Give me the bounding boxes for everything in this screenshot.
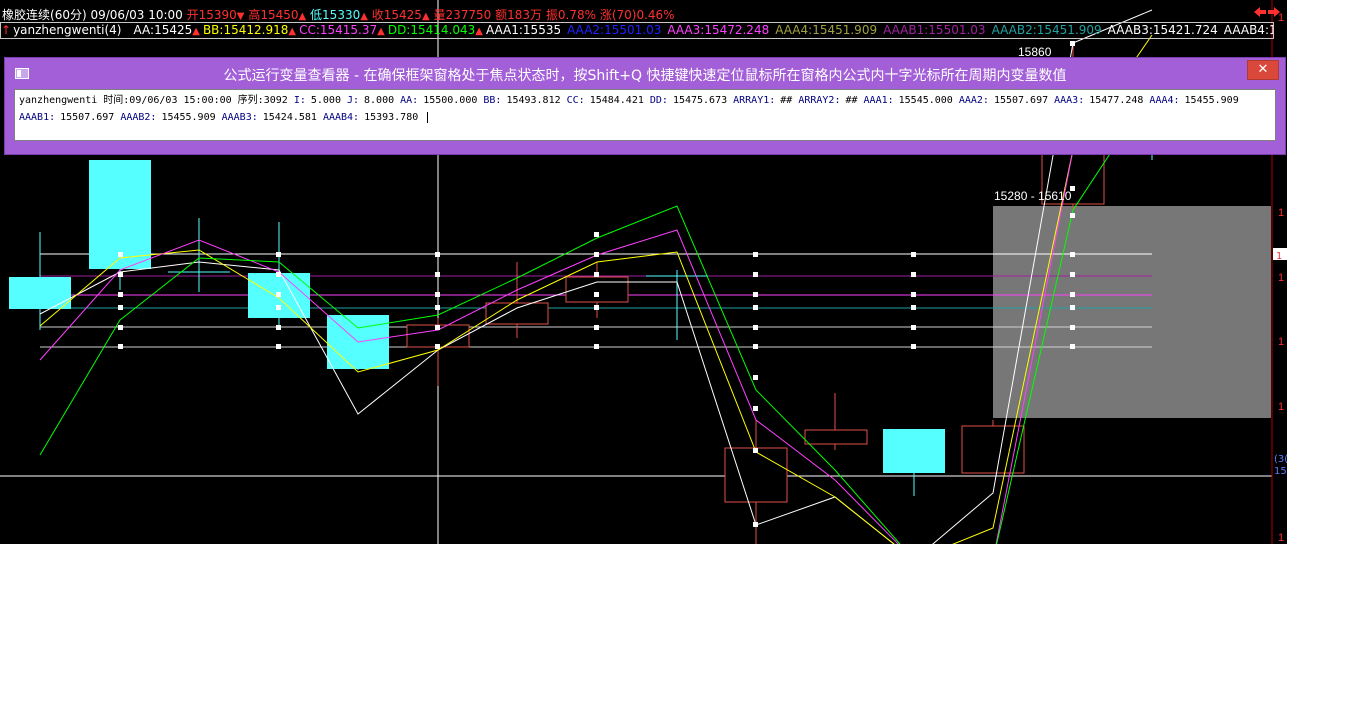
range-label: 15280 - 15610 xyxy=(994,189,1072,203)
quote-header: 橡胶连续(60分) 09/06/03 10:00 开15390▼ 高15450▲… xyxy=(2,8,675,22)
indicator-values-bar: ↑ yanzhengwenti(4) AA:15425▲ BB:15412.918▲ C… xyxy=(0,22,1274,39)
variable-name: AAAB2: xyxy=(120,112,157,123)
indicator-value: AAAB1:15501.03 xyxy=(883,23,986,37)
variable-name: CC: xyxy=(566,95,585,106)
variable-name: AAA3: xyxy=(1054,95,1085,106)
variable-line-1: yanzhengwenti 时间:09/06/03 15:00:00 序列:30… xyxy=(19,92,1271,109)
variable-value: ## xyxy=(845,95,858,106)
variable-name: ARRAY1: xyxy=(733,95,776,106)
candle[interactable] xyxy=(646,270,708,340)
variable-value: 15500.000 xyxy=(423,95,478,106)
low-price: 低15330 xyxy=(310,8,361,22)
amount-value: 额183万 xyxy=(495,8,543,22)
close-button[interactable]: ✕ xyxy=(1247,60,1279,80)
svg-text:1: 1 xyxy=(1278,272,1284,284)
indicator-name[interactable]: yanzhengwenti(4) xyxy=(13,23,121,37)
dialog-titlebar[interactable]: 公式运行变量查看器 - 在确保框架窗格处于焦点状态时，按Shift+Q 快捷键快… xyxy=(5,58,1285,88)
dialog-title: 公式运行变量查看器 - 在确保框架窗格处于焦点状态时，按Shift+Q 快捷键快… xyxy=(223,68,1067,84)
variable-value: 15545.000 xyxy=(898,95,953,106)
high-price: 高15450 xyxy=(248,8,299,22)
up-triangle-icon: ▲ xyxy=(192,26,200,37)
svg-text:1: 1 xyxy=(1278,207,1284,219)
svg-text:1: 1 xyxy=(1278,401,1284,413)
indicator-value: AA:15425 xyxy=(133,23,193,37)
variable-value: 15424.581 xyxy=(262,112,317,123)
change-value: 涨(70)0.46% xyxy=(599,8,675,22)
variable-value: 15393.780 xyxy=(364,112,419,123)
variable-name: AAAB3: xyxy=(221,112,258,123)
kline-chart[interactable]: 15860 15280 - 15610 1 1 1 1 1 1 1 (3( 15… xyxy=(0,0,1287,544)
variable-value: 5.000 xyxy=(310,95,341,106)
indicator-value: CC:15415.37 xyxy=(299,23,378,37)
bar-datetime: 09/06/03 10:00 xyxy=(90,8,183,22)
variable-name: AAAB4: xyxy=(322,112,360,123)
variable-value: 15507.697 xyxy=(60,112,115,123)
close-price: 收15425 xyxy=(371,8,422,22)
indicator-value: AAAB3:15421.724 xyxy=(1107,23,1218,37)
variable-value: 15484.421 xyxy=(589,95,644,106)
indicator-value: DD:15414.043 xyxy=(387,23,476,37)
current-price-marker-text: 1 xyxy=(1276,251,1282,262)
indicator-value: AAA3:15472.248 xyxy=(667,23,770,37)
variable-name: AA: xyxy=(400,95,419,106)
indicator-value: AAAB4:15391.558 xyxy=(1223,23,1274,37)
up-triangle-icon: ▲ xyxy=(288,26,297,37)
indicator-up-arrow-icon: ↑ xyxy=(1,23,12,37)
candle[interactable] xyxy=(804,393,868,450)
indicator-value: AAAB2:15451.909 xyxy=(991,23,1102,37)
variable-name: AAA4: xyxy=(1149,95,1180,106)
svg-text:1: 1 xyxy=(1278,532,1284,544)
up-triangle-icon: ▲ xyxy=(377,26,385,37)
candle[interactable] xyxy=(168,218,230,292)
variable-value: ## xyxy=(780,95,793,106)
variable-name: AAA1: xyxy=(863,95,894,106)
variable-name: J: xyxy=(346,95,360,106)
symbol-name: 橡胶连续 xyxy=(2,8,51,22)
text-cursor xyxy=(427,112,435,123)
formula-time-seq: yanzhengwenti 时间:09/06/03 15:00:00 序列:30… xyxy=(19,95,294,106)
variable-name: DD: xyxy=(649,95,668,106)
candle[interactable] xyxy=(9,232,71,330)
selected-range-box[interactable] xyxy=(993,206,1271,418)
variable-values-textbox[interactable]: yanzhengwenti 时间:09/06/03 15:00:00 序列:30… xyxy=(14,89,1276,141)
amplitude-value: 振0.78% xyxy=(545,8,596,22)
axis-marker-a: (3( xyxy=(1274,454,1287,465)
variable-name: AAA2: xyxy=(958,95,989,106)
indicator-value: BB:15412.918 xyxy=(202,23,289,37)
candle[interactable] xyxy=(883,429,945,496)
variable-name: BB: xyxy=(483,95,502,106)
variable-value: 15455.909 xyxy=(1184,95,1239,106)
indicator-value: AAA4:15451.909 xyxy=(775,23,878,37)
variable-viewer-dialog: 公式运行变量查看器 - 在确保框架窗格处于焦点状态时，按Shift+Q 快捷键快… xyxy=(4,57,1286,155)
indicator-value: AAA2:15501.03 xyxy=(567,23,662,37)
variable-value: 8.000 xyxy=(364,95,395,106)
variable-value: 15455.909 xyxy=(161,112,216,123)
up-triangle-icon: ▲ xyxy=(475,26,483,37)
open-price: 开15390 xyxy=(186,8,237,22)
variable-name: I: xyxy=(293,95,306,106)
volume-value: 量237750 xyxy=(433,8,492,22)
indicator-value: AAA1:15535 xyxy=(485,23,562,37)
variable-value: 15477.248 xyxy=(1089,95,1144,106)
variable-value: 15475.673 xyxy=(672,95,728,106)
variable-name: ARRAY2: xyxy=(798,95,841,106)
variable-line-2: AAAB1: 15507.697 AAAB2: 15455.909 AAAB3: 1542… xyxy=(19,109,1271,126)
variable-name: AAAB1: xyxy=(19,112,56,123)
axis-marker-b: 15 xyxy=(1274,466,1287,477)
period-label: (60分) xyxy=(50,8,87,22)
variable-value: 15493.812 xyxy=(506,95,561,106)
svg-text:1: 1 xyxy=(1278,336,1284,348)
expand-arrows-icon[interactable] xyxy=(1254,7,1280,18)
variable-value: 15507.697 xyxy=(993,95,1049,106)
